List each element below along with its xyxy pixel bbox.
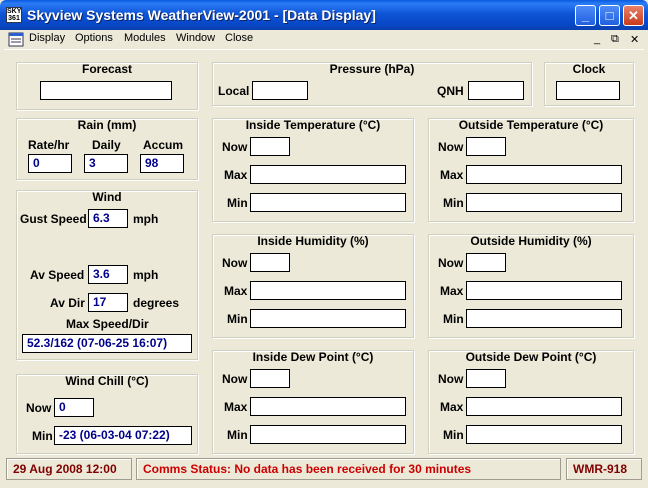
inside-temp-max-label: Max [224,168,248,182]
inside-temp-max-field [250,165,406,184]
pressure-local-label: Local [218,84,250,98]
inside-temp-now-field [250,137,290,156]
outside-temp-min-field [466,193,622,212]
status-device: WMR-918 [566,458,642,480]
wind-chill-title: Wind Chill (°C) [65,374,149,388]
inside-temp-min-label: Min [227,196,248,210]
menu-window[interactable]: Window [176,32,215,44]
status-comms: Comms Status: No data has been received … [136,458,561,480]
menu-modules[interactable]: Modules [124,32,166,44]
inside-dew-max-field [250,397,406,416]
pressure-qnh-field [468,81,524,100]
wind-chill-now-label: Now [26,401,52,415]
outside-temp-now-field [466,137,506,156]
inside-dew-now-field [250,369,290,388]
outside-hum-max-label: Max [440,284,464,298]
rain-rate-field: 0 [28,154,72,173]
pressure-local-field [252,81,308,100]
outside-dew-now-label: Now [438,372,464,386]
outside-temp-now-label: Now [438,140,464,154]
status-datetime: 29 Aug 2008 12:00 [6,458,132,480]
wind-chill-min-field: -23 (06-03-04 07:22) [54,426,192,445]
rain-daily-label: Daily [92,138,121,152]
wind-gust-field: 6.3 [88,209,128,228]
rain-title: Rain (mm) [77,118,137,132]
inside-dew-min-label: Min [227,428,248,442]
inside-dew-min-field [250,425,406,444]
rain-accum-label: Accum [143,138,184,152]
inside-dew-title: Inside Dew Point (°C) [252,350,374,364]
outside-dew-min-label: Min [443,428,464,442]
rain-rate-label: Rate/hr [28,138,70,152]
rain-accum-field: 98 [140,154,184,173]
outside-temp-max-field [466,165,622,184]
outside-temp-max-label: Max [440,168,464,182]
inside-dew-now-label: Now [222,372,248,386]
minimize-button[interactable]: _ [575,5,596,26]
inside-hum-title: Inside Humidity (%) [257,234,369,248]
wind-av-dir-label: Av Dir [50,296,85,310]
outside-dew-min-field [466,425,622,444]
wind-title: Wind [92,190,122,204]
inside-hum-max-label: Max [224,284,248,298]
forecast-field [40,81,172,100]
outside-hum-now-field [466,253,506,272]
menu-options[interactable]: Options [75,32,113,44]
outside-dew-max-label: Max [440,400,464,414]
wind-av-speed-label: Av Speed [30,268,85,282]
mdi-restore-icon[interactable]: ⧉ [611,33,619,46]
wind-chill-now-field: 0 [54,398,94,417]
window-title: Skyview Systems WeatherView-2001 - [Data… [27,7,376,23]
outside-hum-title: Outside Humidity (%) [470,234,592,248]
forecast-title: Forecast [81,62,133,76]
wind-av-dir-field: 17 [88,293,128,312]
outside-dew-max-field [466,397,622,416]
mdi-close-icon[interactable]: ✕ [630,33,639,46]
pressure-qnh-label: QNH [437,84,464,98]
outside-hum-max-field [466,281,622,300]
pressure-title: Pressure (hPa) [329,62,415,76]
wind-max-label: Max Speed/Dir [66,317,149,331]
inside-temp-now-label: Now [222,140,248,154]
clock-field [556,81,620,100]
wind-max-field: 52.3/162 (07-06-25 16:07) [22,334,192,353]
minimize-icon: _ [581,8,590,23]
outside-hum-min-label: Min [443,312,464,326]
maximize-icon: □ [605,8,614,23]
app-icon[interactable]: SKY 361 [6,7,22,23]
menu-close[interactable]: Close [225,32,253,44]
document-icon[interactable] [8,32,24,47]
outside-hum-now-label: Now [438,256,464,270]
outside-temp-title: Outside Temperature (°C) [458,118,604,132]
close-button[interactable]: ✕ [623,5,644,26]
wind-av-dir-unit: degrees [133,296,180,310]
inside-temp-min-field [250,193,406,212]
outside-hum-min-field [466,309,622,328]
close-icon: ✕ [628,8,639,23]
wind-av-speed-field: 3.6 [88,265,128,284]
menu-bar: Display Options Modules Window Close _ ⧉… [4,30,644,50]
menu-display[interactable]: Display [29,32,65,44]
outside-dew-title: Outside Dew Point (°C) [465,350,597,364]
wind-gust-label: Gust Speed [20,212,87,226]
inside-hum-min-label: Min [227,312,248,326]
inside-dew-max-label: Max [224,400,248,414]
clock-title: Clock [572,62,606,76]
mdi-minimize-icon[interactable]: _ [594,33,600,45]
outside-dew-now-field [466,369,506,388]
wind-av-speed-unit: mph [133,268,159,282]
inside-hum-max-field [250,281,406,300]
wind-gust-unit: mph [133,212,159,226]
wind-chill-min-label: Min [32,429,53,443]
inside-hum-now-label: Now [222,256,248,270]
inside-temp-title: Inside Temperature (°C) [245,118,381,132]
inside-hum-min-field [250,309,406,328]
maximize-button[interactable]: □ [599,5,620,26]
inside-hum-now-field [250,253,290,272]
rain-daily-field: 3 [84,154,128,173]
outside-temp-min-label: Min [443,196,464,210]
